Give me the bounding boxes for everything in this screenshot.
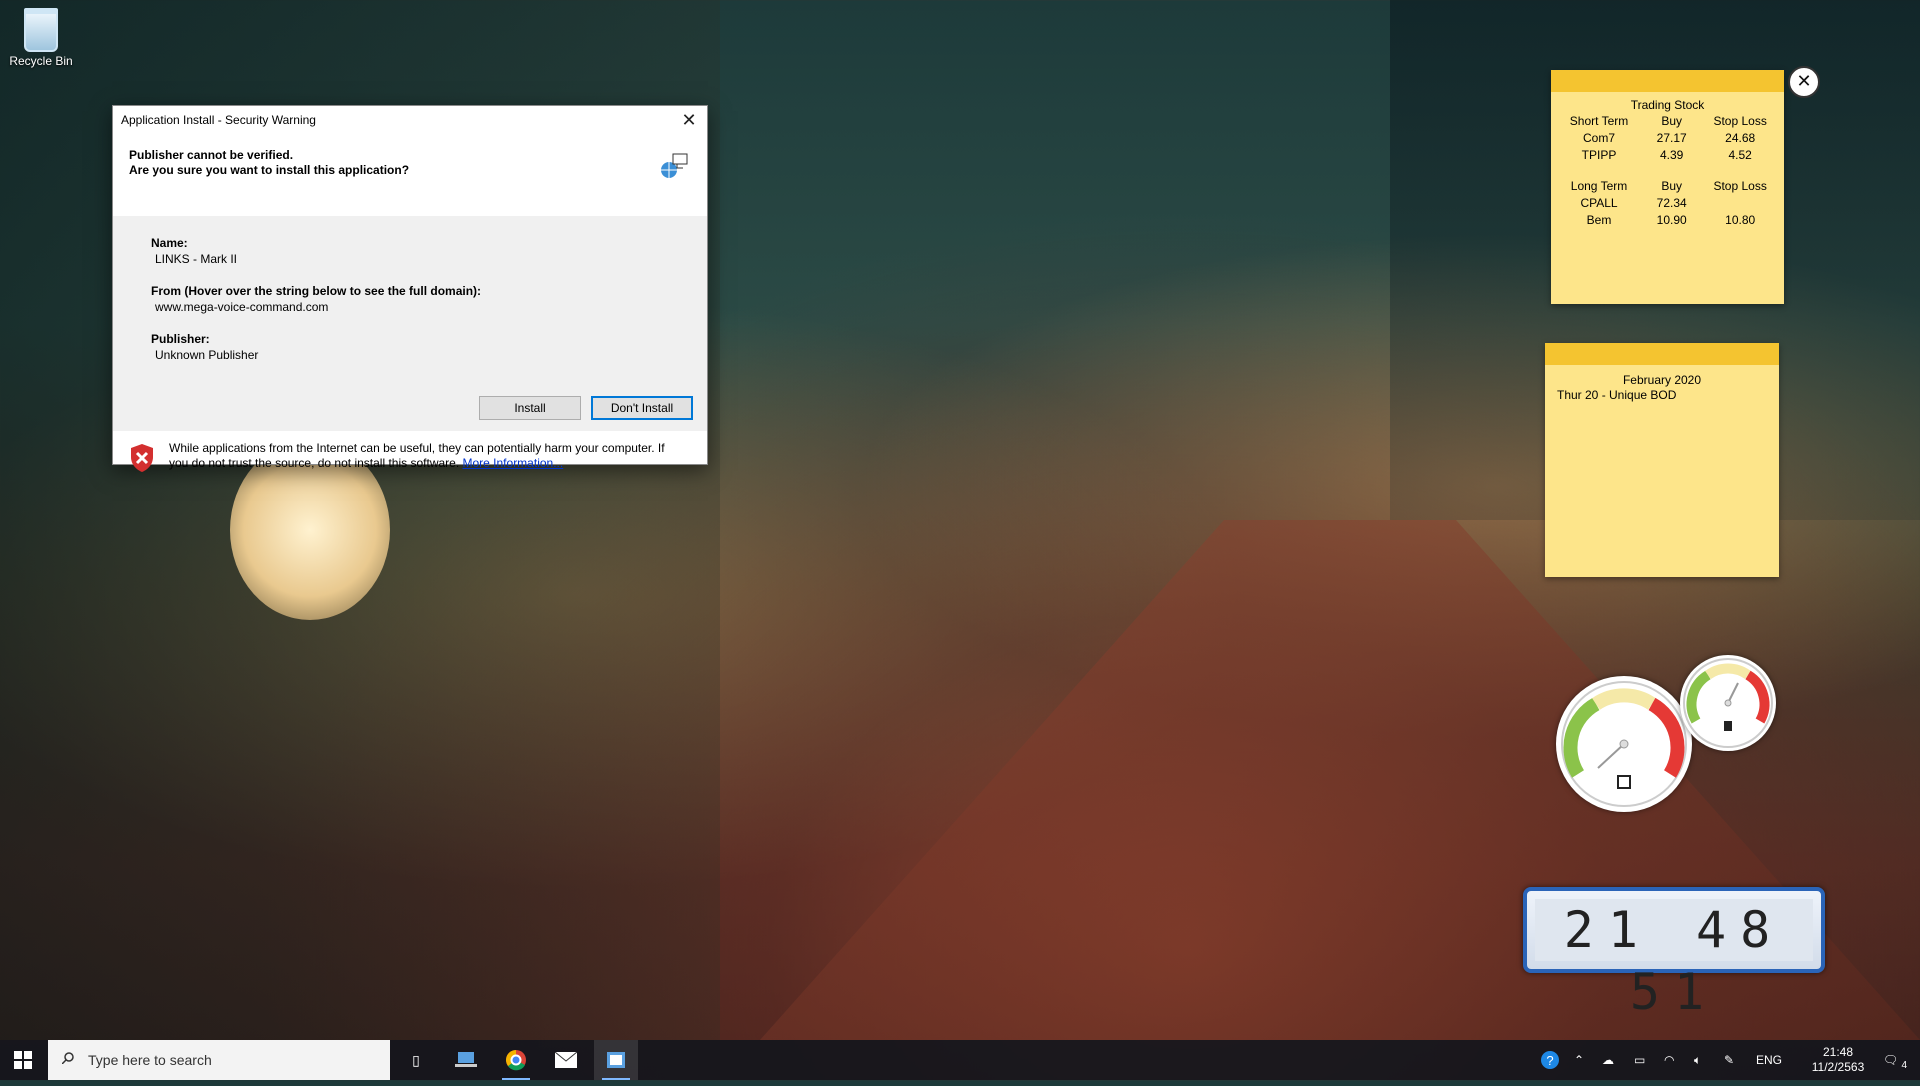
network-install-icon xyxy=(661,153,688,178)
table-cell: 27.17 xyxy=(1656,130,1687,145)
long-header-1: Buy xyxy=(1661,178,1683,193)
search-placeholder: Type here to search xyxy=(88,1052,212,1068)
dialog-title: Application Install - Security Warning xyxy=(121,113,316,127)
app-icon-laptop[interactable] xyxy=(444,1040,488,1080)
short-header-0: Short Term xyxy=(1569,113,1629,128)
table-row: TPIPP 4.39 4.52 xyxy=(1551,146,1784,163)
stock-table-short: Short Term Buy Stop Loss Com7 27.17 24.6… xyxy=(1551,112,1784,228)
name-label: Name: xyxy=(151,236,188,250)
table-cell: 24.68 xyxy=(1725,130,1756,145)
dialog-header: Publisher cannot be verified. Are you su… xyxy=(113,134,707,216)
notification-count: 4 xyxy=(1901,1060,1908,1071)
table-row: Bem 10.90 10.80 xyxy=(1551,211,1784,228)
warning-text: While applications from the Internet can… xyxy=(169,441,665,470)
table-row: Short Term Buy Stop Loss xyxy=(1551,112,1784,129)
recycle-bin-shortcut[interactable]: Recycle Bin xyxy=(6,8,76,68)
sticky-note-bar[interactable] xyxy=(1545,343,1779,365)
recycle-bin-label: Recycle Bin xyxy=(9,54,73,68)
install-dialog-taskbar-icon[interactable] xyxy=(594,1040,638,1080)
svg-text:?: ? xyxy=(1546,1053,1553,1068)
install-button[interactable]: Install xyxy=(479,396,581,420)
dialog-details: Name: LINKS - Mark II From (Hover over t… xyxy=(113,216,707,431)
taskbar-date: 11/2/2563 xyxy=(1811,1060,1865,1074)
dialog-heading-line2: Are you sure you want to install this ap… xyxy=(129,163,410,177)
short-header-2: Stop Loss xyxy=(1713,113,1767,128)
taskbar-time: 21:48 xyxy=(1822,1045,1854,1059)
close-icon[interactable]: ✕ xyxy=(679,106,699,134)
notification-icon: 🗨︎ xyxy=(1882,1053,1899,1067)
publisher-value: Unknown Publisher xyxy=(155,348,259,362)
task-view-icon[interactable]: ▯ xyxy=(396,1040,436,1080)
dialog-titlebar[interactable]: Application Install - Security Warning ✕ xyxy=(113,106,707,134)
taskbar-clock[interactable]: 21:48 11/2/2563 xyxy=(1800,1040,1876,1085)
dialog-heading-line1: Publisher cannot be verified. xyxy=(129,148,294,162)
clock-time: 21 48 51 xyxy=(1535,899,1813,1021)
dialog-footer: While applications from the Internet can… xyxy=(113,431,707,497)
more-information-link[interactable]: More Information... xyxy=(463,456,564,470)
memory-icon xyxy=(1724,721,1732,731)
calendar-note-entry: Thur 20 - Unique BOD xyxy=(1557,388,1677,402)
taskbar: Type here to search ▯ ? ⌃ ☁ ▭ ◠ 🔈︎ ✎ ENG… xyxy=(0,1040,1920,1080)
table-cell: 4.52 xyxy=(1728,147,1752,162)
chrome-icon[interactable] xyxy=(494,1040,538,1080)
sticky-note-calendar[interactable]: February 2020 Thur 20 - Unique BOD xyxy=(1545,343,1779,577)
recycle-bin-icon xyxy=(24,8,58,52)
close-icon[interactable]: ✕ xyxy=(1788,66,1820,98)
battery-icon[interactable]: ▭ xyxy=(1634,1040,1654,1080)
search-input[interactable]: Type here to search xyxy=(48,1040,390,1080)
table-cell: 72.34 xyxy=(1656,195,1687,210)
table-cell: 10.90 xyxy=(1656,212,1687,227)
notification-center-button[interactable]: 🗨︎ 4 xyxy=(1880,1040,1910,1080)
long-header-2: Stop Loss xyxy=(1713,178,1767,193)
table-cell: Bem xyxy=(1586,212,1612,227)
from-value[interactable]: www.mega-voice-command.com xyxy=(155,300,707,314)
sticky-note-bar[interactable] xyxy=(1551,70,1784,92)
start-button[interactable] xyxy=(0,1040,46,1080)
sticky-note-trading[interactable]: Trading Stock Short Term Buy Stop Loss C… xyxy=(1551,70,1784,304)
table-row: CPALL 72.34 xyxy=(1551,194,1784,211)
pen-icon[interactable]: ✎ xyxy=(1724,1040,1744,1080)
table-row: Com7 27.17 24.68 xyxy=(1551,129,1784,146)
table-cell: 4.39 xyxy=(1659,147,1684,162)
table-cell: Com7 xyxy=(1583,130,1616,145)
table-cell: 10.80 xyxy=(1725,212,1756,227)
table-row: Long Term Buy Stop Loss xyxy=(1551,177,1784,194)
shield-warning-icon xyxy=(131,444,153,472)
calendar-note-title: February 2020 xyxy=(1622,373,1702,387)
short-header-1: Buy xyxy=(1661,113,1683,128)
clock-widget[interactable]: 21 48 51 xyxy=(1523,887,1825,1021)
from-label: From (Hover over the string below to see… xyxy=(151,284,482,298)
memory-gauge[interactable] xyxy=(1680,655,1776,751)
dont-install-button[interactable]: Don't Install xyxy=(591,396,693,420)
security-warning-dialog: Application Install - Security Warning ✕… xyxy=(112,105,708,472)
chevron-up-icon[interactable]: ⌃ xyxy=(1574,1040,1590,1080)
help-icon[interactable]: ? xyxy=(1540,1040,1564,1080)
language-indicator[interactable]: ENG xyxy=(1756,1040,1786,1080)
volume-icon[interactable]: 🔈︎ xyxy=(1694,1040,1714,1080)
publisher-label: Publisher: xyxy=(151,332,210,346)
wifi-icon[interactable]: ◠ xyxy=(1664,1040,1684,1080)
table-cell xyxy=(1696,194,1784,211)
cpu-gauge[interactable] xyxy=(1556,676,1692,812)
search-icon xyxy=(62,1052,74,1064)
cloud-icon[interactable]: ☁ xyxy=(1602,1040,1622,1080)
long-header-0: Long Term xyxy=(1570,178,1628,193)
table-cell: CPALL xyxy=(1580,195,1618,210)
table-cell: TPIPP xyxy=(1581,147,1617,162)
windows-icon xyxy=(14,1051,32,1069)
mail-icon[interactable] xyxy=(544,1040,588,1080)
stock-note-title: Trading Stock xyxy=(1630,98,1705,112)
name-value: LINKS - Mark II xyxy=(155,252,238,266)
